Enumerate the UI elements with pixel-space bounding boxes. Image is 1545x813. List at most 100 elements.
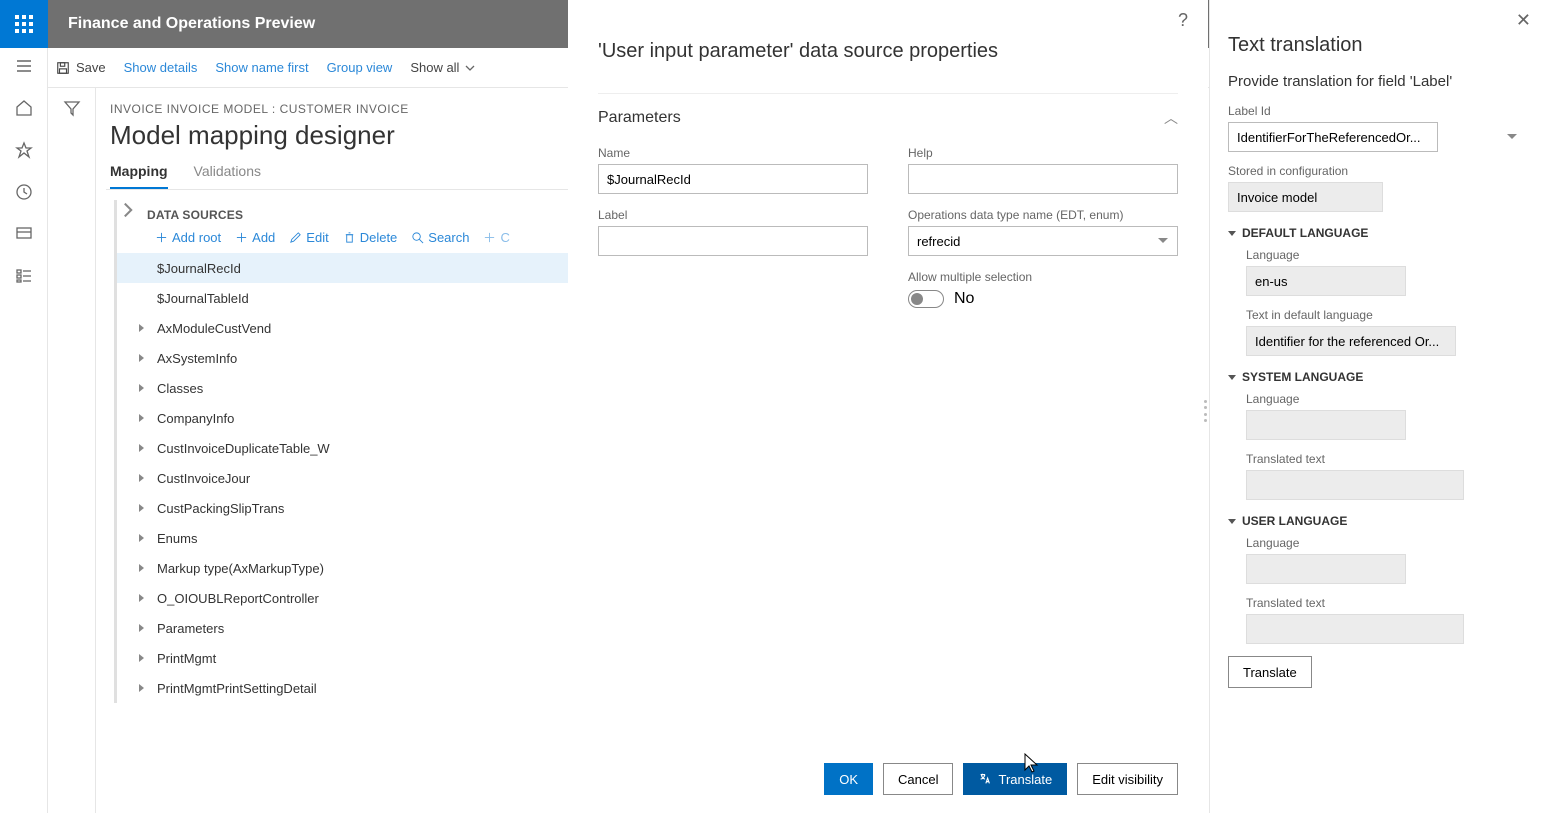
- tree-item[interactable]: CustInvoiceDuplicateTable_W: [117, 433, 568, 463]
- edit-visibility-button[interactable]: Edit visibility: [1077, 763, 1178, 795]
- label-input[interactable]: [598, 226, 868, 256]
- splitter-handle[interactable]: [1204, 400, 1210, 422]
- chevron-up-icon: ︿: [1164, 108, 1178, 128]
- close-icon[interactable]: ✕: [1516, 10, 1531, 31]
- system-language-header[interactable]: SYSTEM LANGUAGE: [1228, 370, 1527, 384]
- tree-item-label: $JournalTableId: [157, 291, 249, 306]
- tree-item[interactable]: Parameters: [117, 613, 568, 643]
- tree-item-label: AxSystemInfo: [157, 351, 237, 366]
- tree-item[interactable]: Markup type(AxMarkupType): [117, 553, 568, 583]
- caret-icon: [139, 324, 144, 332]
- filter-column: [48, 88, 96, 813]
- left-rail: [0, 48, 48, 813]
- system-language-input[interactable]: [1246, 410, 1406, 440]
- chevron-right-icon[interactable]: [120, 202, 136, 218]
- ds-toolbar: Add root Add Edit Delete Search C: [117, 230, 568, 245]
- edt-field: Operations data type name (EDT, enum): [908, 208, 1178, 256]
- search-button[interactable]: Search: [411, 230, 469, 245]
- group-view-button[interactable]: Group view: [327, 60, 393, 75]
- cancel-button[interactable]: Cancel: [883, 763, 953, 795]
- user-text-input[interactable]: [1246, 614, 1464, 644]
- save-button[interactable]: Save: [56, 60, 106, 75]
- translate-action-button[interactable]: Translate: [1228, 656, 1312, 688]
- parameters-section-header[interactable]: Parameters ︿: [598, 93, 1178, 128]
- tree-item-label: Classes: [157, 381, 203, 396]
- tab-mapping[interactable]: Mapping: [110, 163, 168, 189]
- ok-button[interactable]: OK: [824, 763, 873, 795]
- translation-panel: ✕ Text translation Provide translation f…: [1209, 0, 1545, 813]
- breadcrumb: INVOICE INVOICE MODEL : CUSTOMER INVOICE: [106, 102, 568, 116]
- workspace-icon[interactable]: [14, 224, 34, 244]
- tree-item[interactable]: O_OIOUBLReportController: [117, 583, 568, 613]
- default-language-input: [1246, 266, 1406, 296]
- name-input[interactable]: [598, 164, 868, 194]
- help-input[interactable]: [908, 164, 1178, 194]
- tree-item-label: O_OIOUBLReportController: [157, 591, 319, 606]
- caret-icon: [139, 474, 144, 482]
- caret-icon: [139, 414, 144, 422]
- app-title: Finance and Operations Preview: [48, 15, 335, 33]
- tree-item[interactable]: CompanyInfo: [117, 403, 568, 433]
- help-field: Help: [908, 146, 1178, 194]
- show-all-label: Show all: [410, 60, 459, 75]
- main-column: INVOICE INVOICE MODEL : CUSTOMER INVOICE…: [96, 88, 568, 813]
- tree-item[interactable]: $JournalTableId: [117, 283, 568, 313]
- tree-item[interactable]: AxModuleCustVend: [117, 313, 568, 343]
- recent-icon[interactable]: [14, 182, 34, 202]
- default-language-header[interactable]: DEFAULT LANGUAGE: [1228, 226, 1527, 240]
- waffle-icon[interactable]: [0, 0, 48, 48]
- system-text-input[interactable]: [1246, 470, 1464, 500]
- caret-icon: [139, 564, 144, 572]
- tree-item[interactable]: $JournalRecId: [117, 253, 568, 283]
- home-icon[interactable]: [14, 98, 34, 118]
- caret-icon: [139, 594, 144, 602]
- label-id-field: Label Id: [1228, 104, 1527, 152]
- edit-button[interactable]: Edit: [289, 230, 328, 245]
- show-details-button[interactable]: Show details: [124, 60, 198, 75]
- help-icon[interactable]: ?: [1178, 10, 1188, 31]
- main-area: INVOICE INVOICE MODEL : CUSTOMER INVOICE…: [48, 88, 568, 813]
- properties-footer: OK Cancel Translate Edit visibility: [824, 763, 1178, 795]
- tree-item[interactable]: AxSystemInfo: [117, 343, 568, 373]
- hamburger-icon[interactable]: [14, 56, 34, 76]
- user-language-input[interactable]: [1246, 554, 1406, 584]
- tree-item[interactable]: Enums: [117, 523, 568, 553]
- tree-item[interactable]: CustInvoiceJour: [117, 463, 568, 493]
- datasource-tree: $JournalRecId $JournalTableId AxModuleCust…: [117, 253, 568, 703]
- tab-validations[interactable]: Validations: [194, 163, 261, 189]
- tree-item[interactable]: Classes: [117, 373, 568, 403]
- modules-icon[interactable]: [14, 266, 34, 286]
- page-title: Model mapping designer: [110, 120, 568, 151]
- allow-multiple-toggle[interactable]: [908, 290, 944, 308]
- delete-button[interactable]: Delete: [343, 230, 398, 245]
- show-name-first-button[interactable]: Show name first: [215, 60, 308, 75]
- add-root-button[interactable]: Add root: [155, 230, 221, 245]
- label-id-input[interactable]: [1228, 122, 1438, 152]
- filter-icon[interactable]: [62, 98, 82, 118]
- caret-icon: [139, 504, 144, 512]
- tree-item[interactable]: PrintMgmt: [117, 643, 568, 673]
- caret-icon: [139, 624, 144, 632]
- add-button[interactable]: Add: [235, 230, 275, 245]
- caret-icon: [139, 444, 144, 452]
- user-language-header[interactable]: USER LANGUAGE: [1228, 514, 1527, 528]
- edt-input[interactable]: [908, 226, 1178, 256]
- tree-item-label: CustInvoiceDuplicateTable_W: [157, 441, 330, 456]
- tree-item-label: Enums: [157, 531, 197, 546]
- tree-item-label: CustInvoiceJour: [157, 471, 250, 486]
- properties-panel: ? 'User input parameter' data source pro…: [568, 0, 1208, 813]
- star-icon[interactable]: [14, 140, 34, 160]
- properties-title: 'User input parameter' data source prope…: [598, 40, 1178, 63]
- allow-multiple-value: No: [954, 290, 974, 308]
- translation-subtitle: Provide translation for field 'Label': [1228, 73, 1527, 90]
- more-button[interactable]: C: [483, 230, 509, 245]
- translate-button[interactable]: Translate: [963, 763, 1067, 795]
- tree-item[interactable]: CustPackingSlipTrans: [117, 493, 568, 523]
- show-all-button[interactable]: Show all: [410, 60, 475, 75]
- caret-icon: [139, 534, 144, 542]
- datasources-header: DATA SOURCES: [117, 200, 568, 230]
- translation-title: Text translation: [1228, 34, 1527, 57]
- stored-field: Stored in configuration: [1228, 164, 1527, 212]
- tree-item[interactable]: PrintMgmtPrintSettingDetail: [117, 673, 568, 703]
- save-label: Save: [76, 60, 106, 75]
